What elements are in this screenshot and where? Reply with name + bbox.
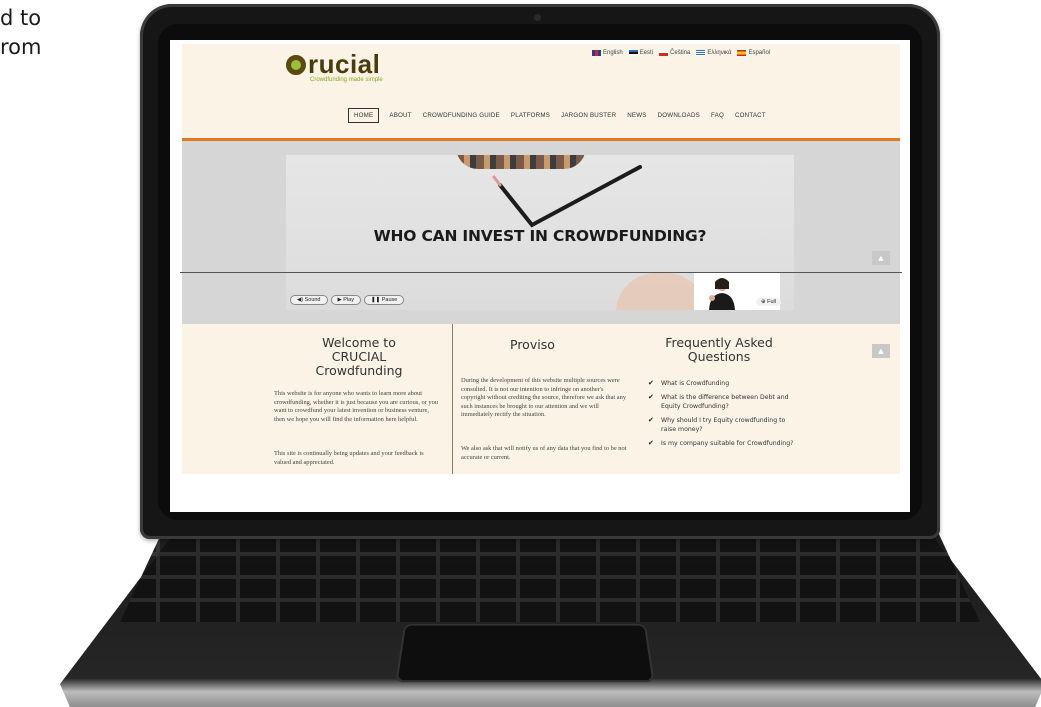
welcome-heading: Welcome to CRUCIAL Crowdfunding <box>315 335 403 378</box>
lang-english[interactable]: English <box>592 50 623 56</box>
nav-news[interactable]: NEWS <box>626 110 647 121</box>
lang-spanish[interactable]: Español <box>737 50 770 56</box>
sign-language-interpreter-icon <box>709 278 735 310</box>
hand-illustration <box>616 273 706 310</box>
screen-bottom-margin <box>182 474 900 512</box>
logo-mark-icon <box>286 55 306 75</box>
fullscreen-button[interactable]: ⊕ Full <box>756 298 781 306</box>
faq-item-label: What is Crowdfunding <box>661 380 730 387</box>
spain-flag-icon <box>737 50 747 56</box>
video-controls: ◀) Sound ▶ Play ❚❚ Pause <box>290 295 405 305</box>
proviso-heading: Proviso <box>510 337 555 352</box>
nav-about[interactable]: ABOUT <box>388 110 412 121</box>
lang-label: English <box>603 50 623 56</box>
scroll-up-button-secondary[interactable]: ▲ <box>872 344 890 358</box>
lang-czech[interactable]: Čeština <box>659 50 690 56</box>
side-text-line-1: d to <box>0 6 42 30</box>
video-title: WHO CAN INVEST IN CROWDFUNDING? <box>373 227 707 245</box>
lang-label: Español <box>748 50 771 56</box>
laptop-screen: rucial Crowdfunding made simple English … <box>170 40 910 512</box>
sound-button[interactable]: ◀) Sound <box>290 295 328 305</box>
faq-item[interactable]: ✔ What is Crowdfunding <box>648 379 800 388</box>
greece-flag-icon <box>696 50 706 56</box>
proviso-note: We also ask that will notify us of any d… <box>461 445 627 461</box>
logo-tagline: Crowdfunding made simple <box>310 77 383 83</box>
faq-item[interactable]: ✔ Is my company suitable for Crowdfunding… <box>648 439 800 448</box>
check-icon: ✔ <box>648 416 654 424</box>
faq-item[interactable]: ✔ What is the difference between Debt and… <box>648 393 800 411</box>
nav-contact[interactable]: CONTACT <box>734 110 767 121</box>
estonia-flag-icon <box>628 50 638 56</box>
play-button[interactable]: ▶ Play <box>330 295 361 305</box>
webcam-icon <box>534 14 541 21</box>
laptop-trackpad <box>395 623 655 683</box>
main-nav: HOME ABOUT CROWDFUNDING GUIDE PLATFORMS … <box>348 108 767 123</box>
pause-button[interactable]: ❚❚ Pause <box>363 295 405 305</box>
nav-faq[interactable]: FAQ <box>710 110 725 121</box>
czech-flag-icon <box>659 50 669 56</box>
lang-label: Eesti <box>639 50 654 56</box>
faq-heading: Frequently Asked Questions <box>665 335 773 364</box>
nav-crowdfunding-guide[interactable]: CROWDFUNDING GUIDE <box>422 110 501 121</box>
logo-wordmark: rucial <box>308 49 381 79</box>
checkmark-icon <box>492 165 642 228</box>
proviso-paragraph: During the development of this website m… <box>461 377 627 419</box>
nav-jargon-buster[interactable]: JARGON BUSTER <box>560 110 617 121</box>
lang-label: Ελληνικά <box>707 50 732 56</box>
faq-item-label: Is my company suitable for Crowdfunding? <box>661 440 794 447</box>
faq-item[interactable]: ✔ Why should I try Equity crowdfunding to… <box>648 416 800 434</box>
check-icon: ✔ <box>648 379 654 387</box>
scroll-up-button[interactable]: ▲ <box>872 251 890 265</box>
column-divider <box>452 324 453 478</box>
nav-platforms[interactable]: PLATFORMS <box>510 110 551 121</box>
check-icon: ✔ <box>648 393 654 401</box>
uk-flag-icon <box>592 50 601 56</box>
site-header: rucial Crowdfunding made simple English … <box>182 44 900 140</box>
faq-list: ✔ What is Crowdfunding ✔ What is the diffe… <box>648 379 800 453</box>
nav-downloads[interactable]: DOWNLOADS <box>657 110 701 121</box>
welcome-note: This site is continually being updates a… <box>274 450 424 466</box>
nav-home[interactable]: HOME <box>348 108 380 123</box>
lang-label: Čeština <box>670 50 691 56</box>
side-text-line-2: rom <box>0 35 42 59</box>
check-icon: ✔ <box>648 439 654 447</box>
lang-estonian[interactable]: Eesti <box>628 50 654 56</box>
laptop-keyboard <box>120 530 980 622</box>
language-selector: English Eesti Čeština Ελληνικά Español <box>592 50 770 56</box>
screen-divider-line <box>180 272 902 273</box>
faq-item-label: What is the difference between Debt and … <box>661 394 789 410</box>
welcome-paragraph: This website is for anyone who wants to … <box>274 390 438 423</box>
lang-greek[interactable]: Ελληνικά <box>696 50 731 56</box>
faq-item-label: Why should I try Equity crowdfunding to … <box>661 417 786 433</box>
